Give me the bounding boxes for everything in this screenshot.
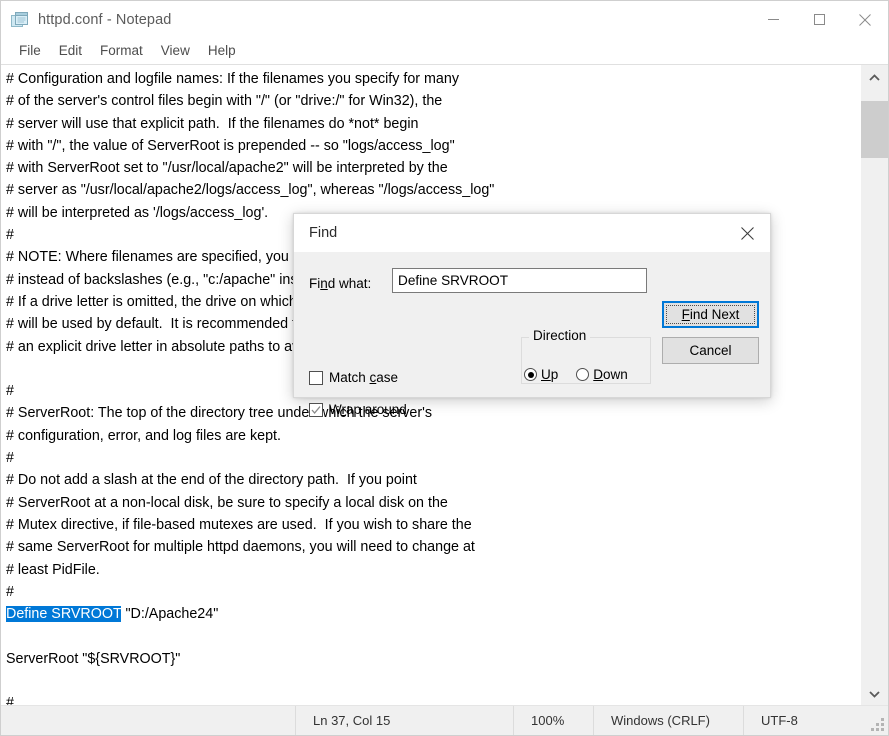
code-line: # with ServerRoot set to "/usr/local/apa… [6, 160, 448, 177]
menu-item-edit[interactable]: Edit [50, 41, 91, 61]
close-icon[interactable] [842, 1, 888, 38]
menu-item-format[interactable]: Format [91, 41, 152, 61]
code-line: # same ServerRoot for multiple httpd dae… [6, 539, 475, 556]
find-dialog: Find Find what: Find Next Cancel Directi… [293, 213, 771, 417]
radio-unselected-icon [576, 368, 590, 381]
maximize-icon[interactable] [796, 1, 842, 38]
vertical-scrollbar[interactable] [860, 65, 888, 707]
find-dialog-title: Find [309, 225, 338, 241]
direction-legend: Direction [529, 328, 591, 343]
resize-grip-icon[interactable] [871, 718, 884, 731]
checkbox-match-case-label: Match case [329, 370, 399, 385]
code-line: # Mutex directive, if file-based mutexes… [6, 516, 472, 533]
checkbox-wrap-around-label: Wrap around [329, 402, 407, 417]
code-line: # [6, 450, 14, 467]
chevron-down-icon[interactable] [861, 681, 888, 707]
status-line-ending: Windows (CRLF) [593, 705, 743, 735]
chevron-up-icon[interactable] [861, 65, 888, 91]
code-line: # ServerRoot at a non-local disk, be sur… [6, 494, 448, 511]
window-controls [750, 1, 888, 38]
code-line: # ServerRoot: The top of the directory t… [6, 405, 433, 422]
window-titlebar: httpd.conf - Notepad [1, 1, 888, 38]
code-line: # [6, 583, 14, 600]
code-line: ServerRoot "${SRVROOT}" [6, 650, 181, 667]
statusbar: Ln 37, Col 15 100% Windows (CRLF) UTF-8 [1, 705, 888, 735]
radio-direction-up[interactable]: Up [524, 367, 558, 382]
code-line-selected: Define SRVROOT "D:/Apache24" [6, 603, 859, 625]
checkbox-match-case[interactable]: Match case [309, 370, 398, 385]
radio-up-label: Up [541, 367, 559, 382]
notepad-window: httpd.conf - Notepad File Edit Format Vi… [0, 0, 889, 736]
find-dialog-titlebar: Find [294, 214, 770, 252]
direction-radio-group: Up Down [524, 367, 646, 382]
menubar: File Edit Format View Help [1, 38, 888, 64]
code-line: # with "/", the value of ServerRoot is p… [6, 137, 455, 154]
window-title: httpd.conf - Notepad [38, 11, 172, 28]
checkbox-checked-icon [309, 402, 323, 417]
close-icon[interactable] [725, 214, 770, 252]
checkbox-wrap-around[interactable]: Wrap around [309, 402, 407, 417]
code-line: # server as "/usr/local/apache2/logs/acc… [6, 182, 495, 199]
radio-direction-down[interactable]: Down [576, 367, 628, 382]
status-zoom[interactable]: 100% [513, 705, 593, 735]
find-dialog-body: Find what: Find Next Cancel Direction Up… [294, 252, 770, 417]
notepad-icon [11, 11, 29, 29]
line-remainder: "D:/Apache24" [121, 606, 219, 623]
statusbar-spacer [1, 706, 295, 736]
code-line: # Do not add a slash at the end of the d… [6, 472, 417, 489]
menu-item-file[interactable]: File [10, 41, 50, 61]
status-position: Ln 37, Col 15 [295, 705, 513, 735]
find-what-input[interactable] [392, 268, 647, 293]
code-line: # Configuration and logfile names: If th… [6, 71, 459, 87]
radio-selected-icon [524, 368, 537, 381]
code-line: # least PidFile. [6, 561, 100, 578]
code-line: # of the server's control files begin wi… [6, 93, 443, 110]
scrollbar-thumb[interactable] [861, 101, 888, 158]
minimize-icon[interactable] [750, 1, 796, 38]
radio-down-label: Down [593, 367, 628, 382]
checkbox-unchecked-icon [309, 370, 323, 385]
code-line: # server will use that explicit path. If… [6, 115, 419, 132]
find-what-label: Find what: [309, 276, 372, 291]
menu-item-help[interactable]: Help [199, 41, 245, 61]
cancel-button[interactable]: Cancel [662, 337, 759, 364]
selected-text: Define SRVROOT [6, 606, 122, 623]
code-line: # configuration, error, and log files ar… [6, 427, 281, 444]
status-encoding: UTF-8 [743, 705, 888, 735]
find-next-button[interactable]: Find Next [662, 301, 759, 328]
menu-item-view[interactable]: View [152, 41, 199, 61]
